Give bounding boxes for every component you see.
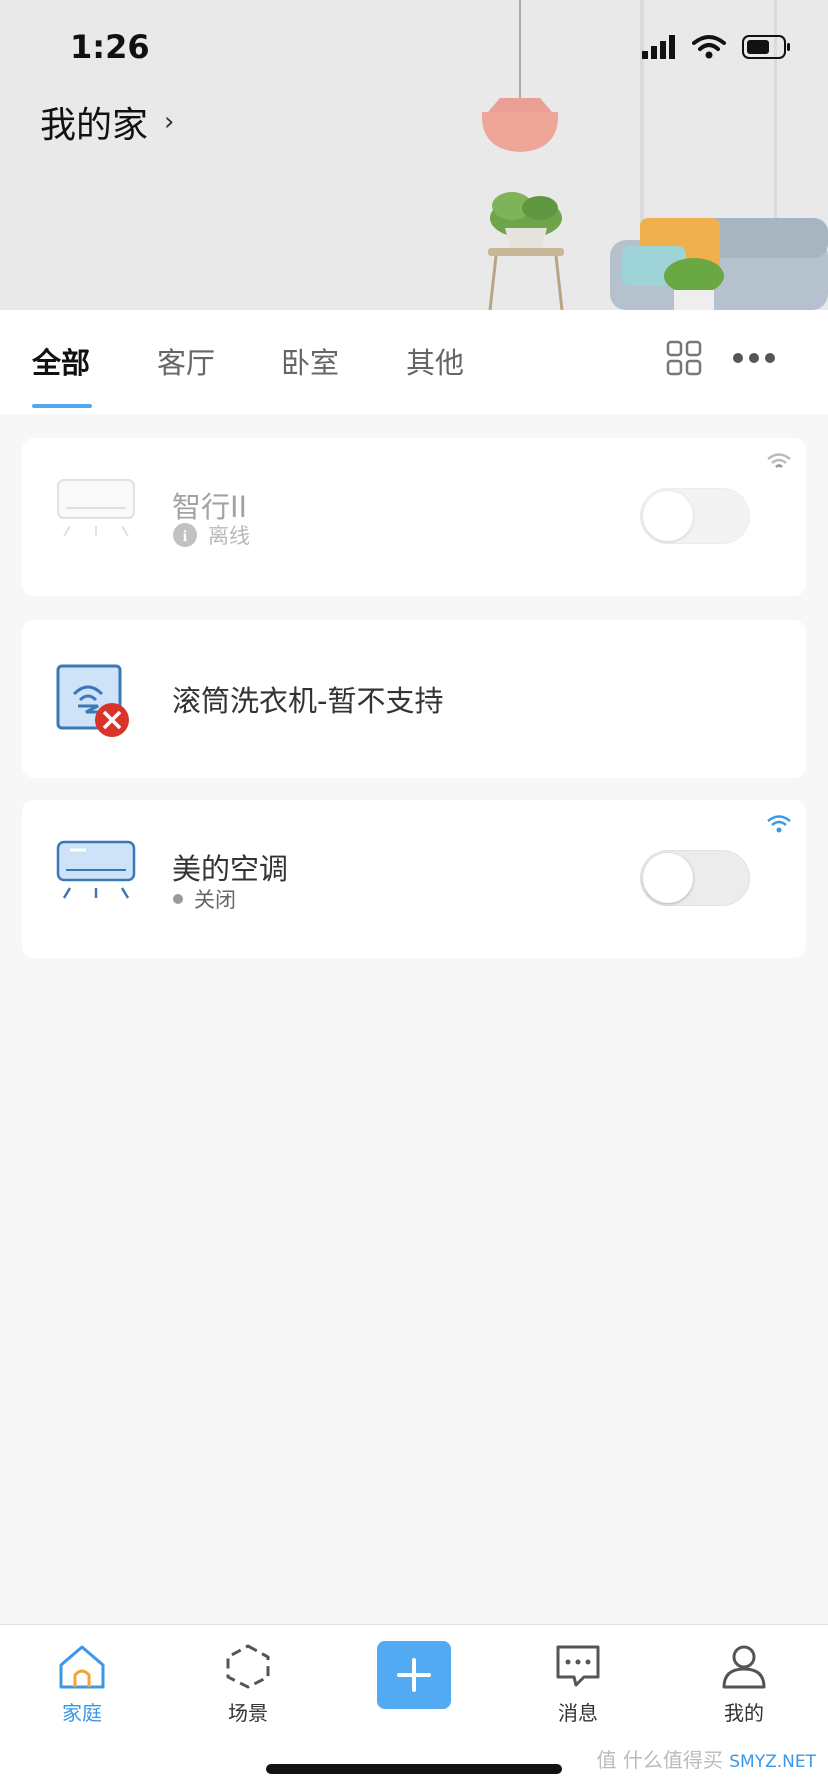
device-card-air-conditioner[interactable]: 美的空调 关闭 [22,800,806,958]
air-conditioner-icon [56,840,136,899]
device-name: 美的空调 [172,852,289,886]
nav-scene[interactable]: 场景 [198,1643,298,1726]
tab-other[interactable]: 其他 [406,340,464,382]
home-icon [59,1645,105,1689]
status-icons [642,34,792,60]
unsupported-device-icon [56,664,129,737]
watermark: 值 什么值得买 SMYZ.NET [597,1744,816,1773]
home-selector[interactable]: 我的家 › [40,96,174,148]
tab-bedroom[interactable]: 卧室 [281,340,339,382]
tab-all[interactable]: 全部 [32,340,90,382]
wifi-icon [692,35,726,59]
power-toggle[interactable] [640,850,750,906]
nav-messages-label: 消息 [558,1701,598,1725]
watermark-url: SMYZ.NET [729,1752,816,1772]
wifi-strong-icon [767,815,791,833]
wifi-weak-icon [767,453,791,468]
nav-home-label: 家庭 [62,1701,102,1725]
add-device-button[interactable] [377,1641,451,1709]
chevron-right-icon: › [164,107,175,137]
device-status: 关闭 [172,884,236,914]
nav-profile-label: 我的 [724,1701,764,1725]
status-time: 1:26 [70,28,150,66]
user-icon [722,1645,766,1689]
watermark-text: 值 什么值得买 [596,1748,723,1772]
device-card-unsupported[interactable]: 滚筒洗衣机-暂不支持 [22,620,806,778]
home-indicator[interactable] [266,1764,562,1774]
cellular-signal-icon [642,35,675,59]
scene-icon [226,1644,270,1689]
active-tab-indicator [32,404,92,408]
room-tabs: 全部 客厅 卧室 其他 [0,310,828,414]
header-banner: 1:26 我的家 › [0,0,828,310]
grid-view-icon[interactable] [666,340,702,376]
device-name: 滚筒洗衣机-暂不支持 [172,684,444,718]
nav-messages[interactable]: 消息 [528,1643,628,1726]
battery-icon [742,35,790,59]
toggle-knob [643,853,693,903]
message-icon [556,1645,600,1687]
nav-profile[interactable]: 我的 [694,1643,794,1726]
home-name: 我的家 [40,105,149,146]
device-status-text: 关闭 [194,888,236,912]
toggle-knob [643,491,693,541]
svg-text:i: i [183,528,188,545]
info-icon: i [173,523,197,547]
nav-home[interactable]: 家庭 [32,1643,132,1726]
plus-icon [397,1658,431,1692]
device-card-offline[interactable]: 智行II i 离线 [22,438,806,596]
nav-scene-label: 场景 [228,1701,268,1725]
more-icon[interactable] [732,350,776,366]
device-status: i 离线 [172,520,250,550]
tab-living-room[interactable]: 客厅 [157,340,215,382]
device-status-text: 离线 [208,524,250,548]
air-conditioner-icon [57,479,135,537]
status-dot-icon [173,894,183,904]
power-toggle[interactable] [640,488,750,544]
